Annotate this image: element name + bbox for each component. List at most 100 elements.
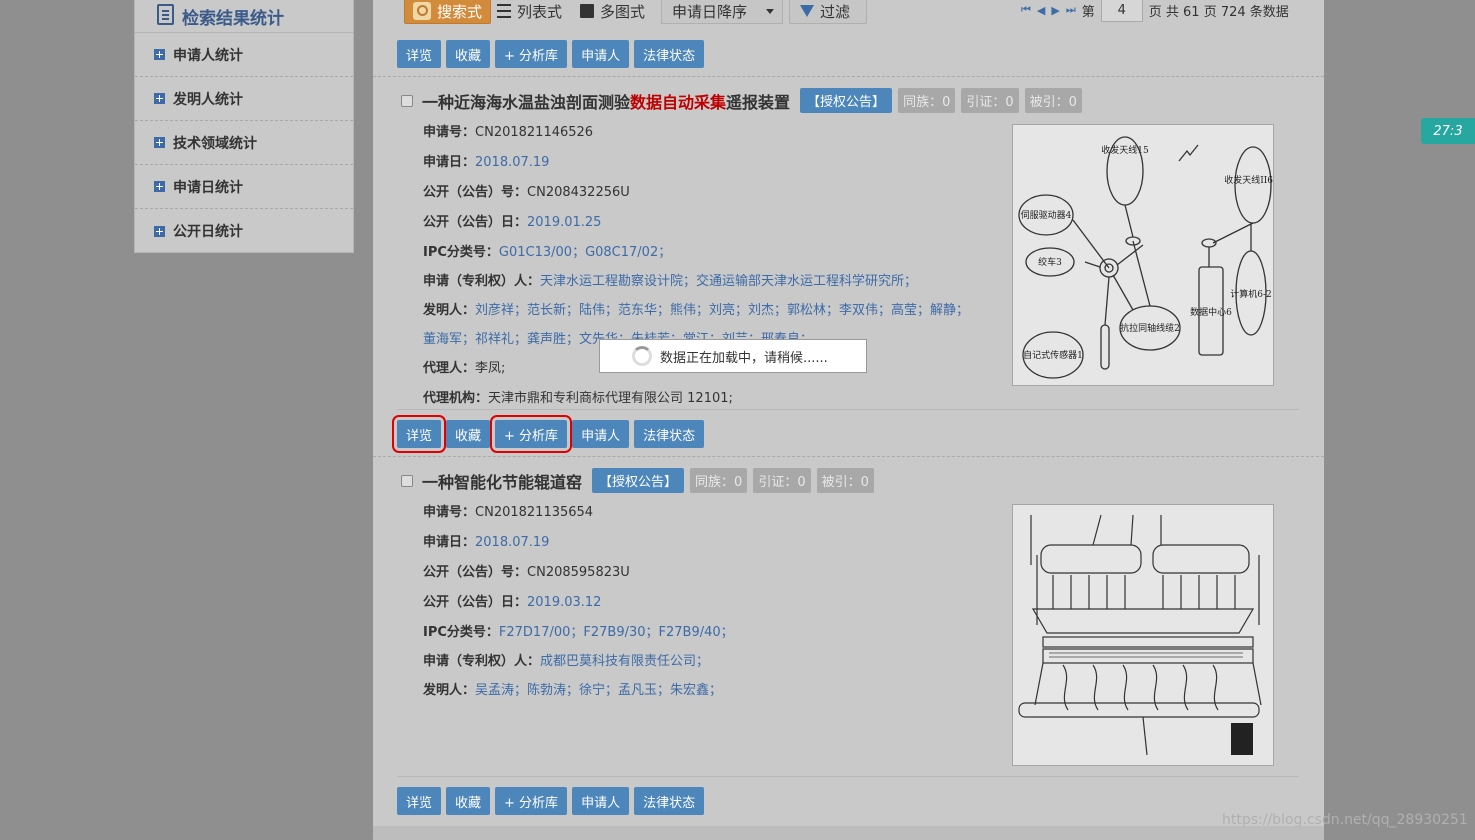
expand-plus-icon[interactable] — [154, 225, 165, 237]
divider — [373, 76, 1324, 77]
ipc-field: IPC分类号：F27D17/00；F27B9/30；F27B9/40； — [423, 625, 734, 640]
cite-badge: 引证：0 — [961, 88, 1019, 113]
action-row: 详览 收藏 + 分析库 申请人 法律状态 — [397, 40, 705, 68]
holder-field: 申请（专利权）人：天津水运工程勘察设计院；交通运输部天津水运工程科学研究所； — [423, 274, 918, 289]
action-row: 详览 收藏 + 分析库 申请人 法律状态 — [397, 787, 705, 815]
result-title[interactable]: 一种智能化节能辊道窑 — [422, 469, 582, 493]
expand-plus-icon[interactable] — [154, 181, 165, 192]
sidebar-item-label: 申请日统计 — [173, 179, 243, 196]
sidebar-item-applicant-stats[interactable]: 申请人统计 — [135, 33, 353, 77]
result-figure[interactable]: 收发天线15 伺服驱动器4 绞车3 抗拉同轴线缆2 自记式传感器1 收发天线II… — [1012, 124, 1282, 386]
applicant-button[interactable]: 申请人 — [572, 420, 630, 448]
add-analysis-button[interactable]: + 分析库 — [495, 787, 568, 815]
time-badge[interactable]: 27:3 — [1421, 118, 1475, 144]
detail-button[interactable]: 详览 — [397, 787, 442, 815]
view-label: 列表式 — [517, 2, 563, 21]
applicant-button[interactable]: 申请人 — [572, 787, 630, 815]
pub-date-field: 公开（公告）日：2019.03.12 — [423, 595, 602, 610]
favorite-button[interactable]: 收藏 — [446, 787, 491, 815]
svg-text:数据中心6: 数据中心6 — [1190, 306, 1232, 318]
svg-text:抗拉同轴线缆2: 抗拉同轴线缆2 — [1120, 322, 1180, 334]
sidebar-title: 检索结果统计 — [135, 0, 353, 33]
loading-text: 数据正在加载中，请稍候...... — [660, 350, 828, 366]
filter-icon — [800, 5, 814, 17]
view-search-button[interactable]: 搜索式 — [404, 0, 492, 24]
inventor-field: 发明人：刘彦祥；范长新；陆伟；范东华；熊伟；刘亮；刘杰；郭松林；李双伟；高莹；解… — [423, 303, 970, 318]
inventor-field: 发明人：吴孟涛；陈勃涛；徐宁；孟凡玉；朱宏鑫； — [423, 683, 723, 698]
app-date-field: 申请日：2018.07.19 — [423, 535, 550, 550]
divider — [397, 409, 1299, 410]
divider — [373, 456, 1324, 457]
app-no-field: 申请号：CN201821135654 — [423, 505, 594, 520]
sidebar-item-tech-field-stats[interactable]: 技术领域统计 — [135, 121, 353, 165]
applicant-button[interactable]: 申请人 — [572, 40, 630, 68]
first-page-icon[interactable]: ⏮ — [1021, 3, 1031, 17]
sort-select-value: 申请日降序 — [672, 2, 748, 21]
page-summary: 页 共 61 页 724 条数据 — [1148, 4, 1289, 20]
system-diagram: 收发天线15 伺服驱动器4 绞车3 抗拉同轴线缆2 自记式传感器1 收发天线II… — [1018, 136, 1282, 379]
sidebar-item-label: 公开日统计 — [173, 224, 243, 240]
result-title-row: 一种智能化节能辊道窑 【授权公告】 同族：0 引证：0 被引：0 — [401, 468, 874, 493]
grant-tag: 【授权公告】 — [800, 88, 893, 113]
expand-plus-icon[interactable] — [154, 93, 165, 104]
filter-button[interactable]: 过滤 — [789, 0, 868, 24]
sidebar-item-label: 技术领域统计 — [173, 135, 257, 152]
svg-text:伺服驱动器4: 伺服驱动器4 — [1021, 209, 1072, 221]
svg-text:计算机6-2: 计算机6-2 — [1230, 288, 1272, 300]
sort-select[interactable]: 申请日降序 — [661, 0, 783, 24]
agent-field: 代理人：李凤; — [423, 361, 506, 376]
legal-status-button[interactable]: 法律状态 — [634, 40, 705, 68]
page-number-input[interactable] — [1100, 0, 1143, 22]
expand-plus-icon[interactable] — [154, 49, 165, 60]
svg-text:收发天线II6-1: 收发天线II6-1 — [1224, 174, 1273, 186]
spinner-icon — [632, 346, 652, 366]
next-page-icon[interactable]: ▶ — [1051, 4, 1059, 17]
chevron-down-icon — [766, 9, 774, 14]
legal-status-button[interactable]: 法律状态 — [634, 787, 705, 815]
result-title[interactable]: 一种近海海水温盐浊剖面测验数据自动采集遥报装置 — [422, 89, 790, 113]
loading-indicator: 数据正在加载中，请稍候...... — [599, 339, 867, 373]
divider — [397, 776, 1299, 777]
view-label: 搜索式 — [437, 2, 483, 21]
svg-text:自记式传感器1: 自记式传感器1 — [1023, 349, 1083, 361]
cited-badge: 被引：0 — [1024, 88, 1082, 113]
pagination: ⏮ ◀ ▶ ⏭ 第 页 共 61 页 724 条数据 — [1021, 0, 1289, 22]
prev-page-icon[interactable]: ◀ — [1037, 4, 1045, 17]
view-multi-image-button[interactable]: 多图式 — [571, 0, 654, 24]
filter-label: 过滤 — [820, 2, 851, 21]
watermark: https://blog.csdn.net/qq_28930251 — [1222, 812, 1468, 828]
view-label: 多图式 — [600, 2, 646, 21]
action-row: 详览 收藏 + 分析库 申请人 法律状态 — [391, 415, 705, 453]
results-toolbar: 搜索式 列表式 多图式 申请日降序 过滤 ⏮ ◀ ▶ ⏭ 第 页 共 61 页 … — [373, 0, 1324, 25]
favorite-button[interactable]: 收藏 — [446, 420, 491, 448]
detail-button[interactable]: 详览 — [397, 40, 442, 68]
family-badge: 同族：0 — [690, 468, 748, 493]
last-page-icon[interactable]: ⏭ — [1066, 3, 1076, 17]
sidebar-item-pub-date-stats[interactable]: 公开日统计 — [135, 209, 353, 253]
sidebar-item-label: 申请人统计 — [173, 47, 243, 64]
app-date-field: 申请日：2018.07.19 — [423, 155, 550, 170]
sidebar-item-label: 发明人统计 — [173, 91, 243, 108]
pub-date-field: 公开（公告）日：2019.01.25 — [423, 215, 602, 230]
pub-no-field: 公开（公告）号：CN208595823U — [423, 565, 630, 580]
view-list-button[interactable]: 列表式 — [488, 0, 571, 24]
sidebar-item-inventor-stats[interactable]: 发明人统计 — [135, 77, 353, 121]
page-prefix: 第 — [1081, 4, 1095, 20]
result-checkbox[interactable] — [401, 94, 413, 107]
agency-field: 代理机构：天津市鼎和专利商标代理有限公司 12101; — [423, 391, 733, 406]
sidebar-title-text: 检索结果统计 — [182, 8, 284, 29]
legal-status-button[interactable]: 法律状态 — [634, 420, 705, 448]
pub-no-field: 公开（公告）号：CN208432256U — [423, 185, 630, 200]
sidebar-item-app-date-stats[interactable]: 申请日统计 — [135, 165, 353, 209]
ipc-field: IPC分类号：G01C13/00；G08C17/02； — [423, 245, 672, 260]
add-analysis-button[interactable]: + 分析库 — [490, 415, 573, 453]
favorite-button[interactable]: 收藏 — [446, 40, 491, 68]
add-analysis-button[interactable]: + 分析库 — [495, 40, 568, 68]
expand-plus-icon[interactable] — [154, 137, 165, 148]
detail-button[interactable]: 详览 — [391, 415, 447, 453]
app-no-field: 申请号：CN201821146526 — [423, 125, 594, 140]
result-checkbox[interactable] — [401, 474, 413, 487]
result-figure[interactable] — [1012, 504, 1274, 766]
kiln-diagram — [1018, 514, 1262, 756]
grant-tag: 【授权公告】 — [592, 468, 685, 493]
